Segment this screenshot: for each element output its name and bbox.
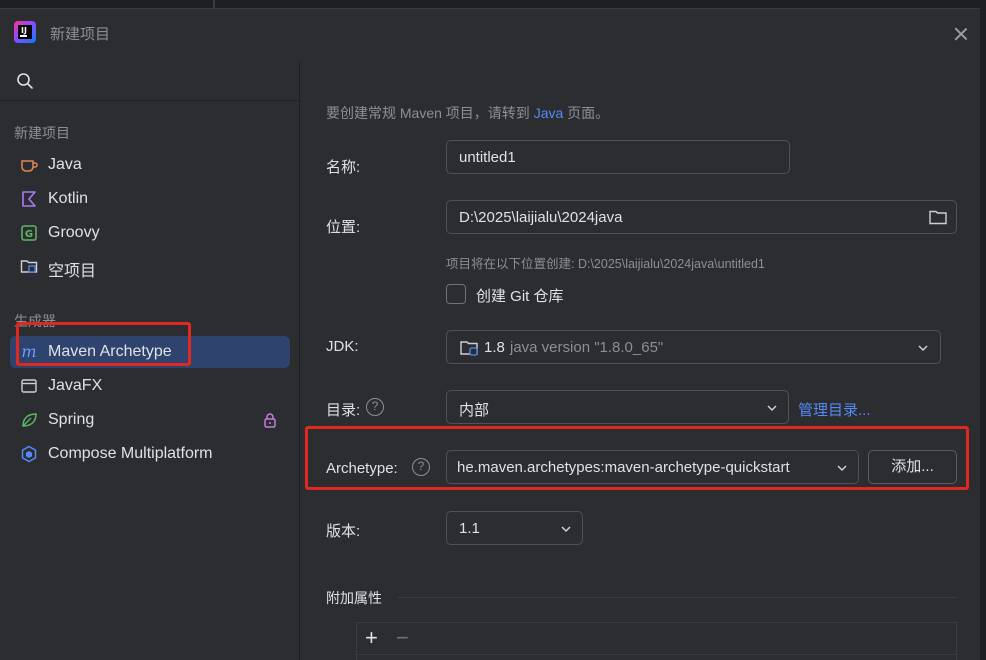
version-value: 1.1: [459, 520, 480, 537]
location-field[interactable]: D:\2025\laijialu\2024java: [446, 200, 957, 234]
git-checkbox-label[interactable]: 创建 Git 仓库: [476, 285, 564, 306]
search-icon[interactable]: [16, 72, 34, 90]
chevron-down-icon: [837, 465, 847, 472]
sidebar-item-compose-multiplatform[interactable]: Compose Multiplatform: [10, 438, 290, 470]
section-new-project: 新建项目: [14, 125, 70, 141]
folder-icon[interactable]: [929, 209, 947, 225]
sidebar-item-label: Kotlin: [48, 190, 89, 207]
props-toolbar: + −: [357, 623, 956, 655]
groovy-icon: G: [21, 225, 37, 241]
title-bar: IJ 新建项目: [0, 9, 980, 57]
sidebar-item-spring[interactable]: Spring: [10, 404, 290, 436]
window-right-edge: [980, 0, 986, 660]
section-generators: 生成器: [14, 313, 56, 329]
git-checkbox[interactable]: [446, 284, 466, 304]
chevron-down-icon: [767, 405, 777, 412]
maven-icon: m: [21, 343, 36, 361]
javafx-window-icon: [21, 379, 37, 393]
jdk-detail: java version "1.8.0_65": [510, 339, 664, 356]
name-label: 名称:: [326, 159, 361, 176]
empty-project-icon: [20, 260, 38, 273]
top-strip-divider: [214, 0, 215, 8]
archetype-value: he.maven.archetypes:maven-archetype-quic…: [457, 459, 790, 476]
chevron-down-icon: [918, 345, 928, 352]
sidebar-item-label: Compose Multiplatform: [48, 445, 213, 462]
dialog-title: 新建项目: [50, 26, 111, 43]
hint-text: 要创建常规 Maven 项目，请转到: [326, 105, 534, 121]
jdk-label: JDK:: [326, 338, 359, 355]
remove-property-icon[interactable]: −: [396, 625, 409, 651]
jdk-version: 1.8: [484, 339, 505, 356]
sidebar-item-groovy[interactable]: G Groovy: [10, 217, 290, 249]
sidebar-item-java[interactable]: Java: [10, 149, 290, 181]
kotlin-icon: [22, 191, 36, 207]
extra-props-label: 附加属性: [326, 590, 382, 606]
add-property-icon[interactable]: +: [365, 625, 378, 651]
sidebar-item-maven-archetype[interactable]: m Maven Archetype: [10, 336, 290, 368]
top-strip-segment: [0, 0, 214, 8]
maven-hint: 要创建常规 Maven 项目，请转到 Java 页面。: [326, 103, 609, 123]
main-form: 要创建常规 Maven 项目，请转到 Java 页面。 名称: untitled…: [301, 61, 980, 660]
chevron-down-icon: [561, 526, 571, 533]
catalog-value: 内部: [459, 402, 490, 419]
sidebar-item-empty-project[interactable]: 空项目: [10, 250, 290, 282]
archetype-label: Archetype:: [326, 460, 398, 477]
sidebar-item-label: Java: [48, 156, 82, 173]
sidebar-item-label: Groovy: [48, 224, 100, 241]
sidebar-item-label: 空项目: [48, 263, 97, 280]
compose-hexagon-icon: [21, 445, 37, 463]
svg-text:G: G: [25, 229, 33, 240]
sidebar-item-label: JavaFX: [48, 377, 103, 394]
location-label: 位置:: [326, 219, 361, 236]
intellij-logo-icon: IJ: [14, 21, 36, 43]
spring-leaf-icon: [22, 413, 37, 427]
top-strip: [0, 0, 986, 8]
extra-props-table: + −: [356, 622, 957, 660]
catalog-label: 目录:: [326, 402, 361, 419]
catalog-select[interactable]: 内部: [446, 390, 789, 424]
location-hint: 项目将在以下位置创建: D:\2025\laijialu\2024java\un…: [446, 257, 765, 271]
svg-text:m: m: [21, 343, 36, 361]
java-cup-icon: [21, 160, 38, 172]
archetype-select[interactable]: he.maven.archetypes:maven-archetype-quic…: [446, 450, 859, 484]
version-label: 版本:: [326, 523, 361, 540]
jdk-select[interactable]: 1.8 java version "1.8.0_65": [446, 330, 941, 364]
java-page-link[interactable]: Java: [534, 105, 564, 121]
manage-catalogs-link[interactable]: 管理目录...: [798, 399, 871, 420]
add-archetype-button[interactable]: 添加...: [868, 450, 957, 484]
sidebar-item-label: Spring: [48, 411, 95, 428]
hint-text-suffix: 页面。: [563, 105, 610, 121]
sidebar-item-javafx[interactable]: JavaFX: [10, 370, 290, 402]
section-divider: [398, 597, 957, 598]
name-field[interactable]: untitled1: [446, 140, 790, 174]
version-select[interactable]: 1.1: [446, 511, 583, 545]
name-value: untitled1: [459, 149, 516, 166]
catalog-help-icon[interactable]: ?: [366, 398, 384, 416]
lock-icon: [264, 413, 276, 428]
close-icon[interactable]: [948, 21, 974, 47]
new-project-dialog: IJ 新建项目 新建项目 Java Kotlin G Groovy 空项目 生成…: [0, 8, 980, 660]
sidebar-item-kotlin[interactable]: Kotlin: [10, 183, 290, 215]
location-value: D:\2025\laijialu\2024java: [459, 209, 623, 226]
sidebar-search[interactable]: [0, 61, 300, 101]
sidebar-item-label: Maven Archetype: [48, 343, 172, 360]
archetype-help-icon[interactable]: ?: [412, 458, 430, 476]
sidebar: 新建项目 Java Kotlin G Groovy 空项目 生成器 m Mave…: [0, 61, 300, 660]
jdk-folder-icon: [460, 341, 478, 356]
